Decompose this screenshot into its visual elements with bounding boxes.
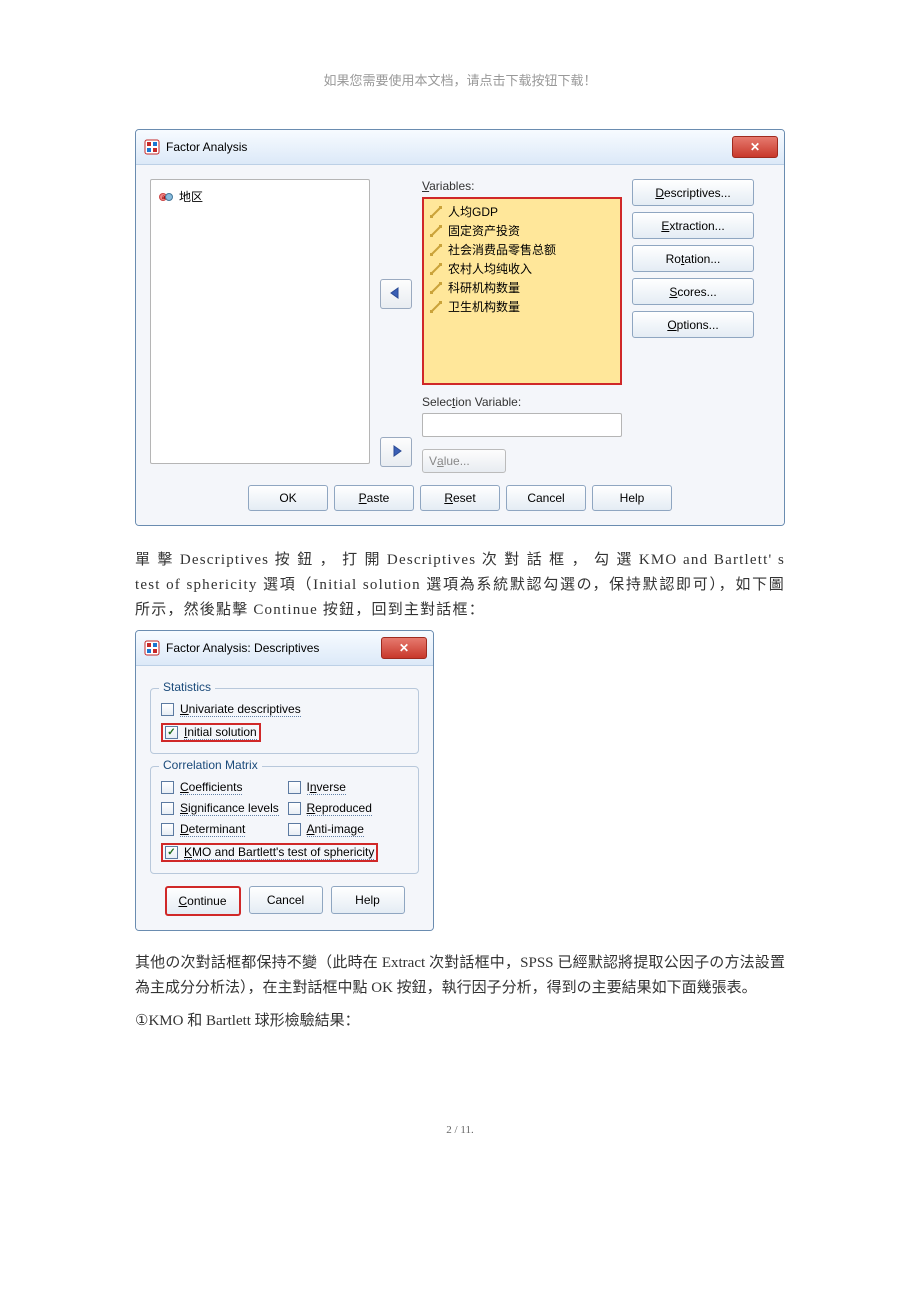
- group-title: Correlation Matrix: [159, 758, 262, 772]
- checkbox-icon: [288, 802, 301, 815]
- determinant-checkbox-row[interactable]: Determinant: [161, 819, 282, 840]
- nominal-var-icon: a: [159, 190, 173, 204]
- checkbox-label: Determinant: [180, 822, 245, 837]
- list-item[interactable]: 卫生机构数量: [427, 297, 617, 316]
- scale-var-icon: [429, 243, 443, 257]
- continue-button[interactable]: Continue: [165, 886, 241, 916]
- arrow-right-icon: [388, 445, 404, 460]
- paragraph-3: ①KMO 和 Bartlett 球形檢驗結果：: [135, 1009, 785, 1034]
- univariate-checkbox-row[interactable]: Univariate descriptives: [161, 699, 408, 720]
- reset-button[interactable]: Reset: [420, 485, 500, 511]
- checkbox-icon: [161, 781, 174, 794]
- list-item-label: 农村人均纯收入: [448, 260, 532, 277]
- app-icon: [144, 139, 160, 155]
- reproduced-checkbox-row[interactable]: Reproduced: [288, 798, 409, 819]
- checkbox-label: Univariate descriptives: [180, 702, 301, 717]
- move-to-variables-button[interactable]: [380, 279, 412, 309]
- help-button[interactable]: Help: [592, 485, 672, 511]
- dialog-titlebar: Factor Analysis: Descriptives ✕: [136, 631, 433, 666]
- scale-var-icon: [429, 300, 443, 314]
- checkbox-icon: [161, 703, 174, 716]
- list-item-label: 卫生机构数量: [448, 298, 520, 315]
- list-item-label: 社会消费品零售总额: [448, 241, 556, 258]
- paragraph-2: 其他の次對話框都保持不變（此時在 Extract 次對話框中，SPSS 已經默認…: [135, 951, 785, 1001]
- checkbox-label: Inverse: [307, 780, 346, 795]
- checkbox-checked-icon: ✓: [165, 726, 178, 739]
- factor-analysis-dialog: Factor Analysis ✕ a 地区: [135, 129, 785, 526]
- close-icon: ✕: [399, 641, 409, 655]
- cancel-button[interactable]: Cancel: [249, 886, 323, 914]
- checkbox-icon: [161, 802, 174, 815]
- selection-variable-label: Selection Variable:: [422, 395, 622, 409]
- close-button[interactable]: ✕: [732, 136, 778, 158]
- scores-button[interactable]: Scores...: [632, 278, 754, 305]
- inverse-checkbox-row[interactable]: Inverse: [288, 777, 409, 798]
- list-item-label: 人均GDP: [448, 203, 498, 220]
- cancel-button[interactable]: Cancel: [506, 485, 586, 511]
- variables-label: Variables:: [422, 179, 622, 193]
- scale-var-icon: [429, 224, 443, 238]
- extraction-button[interactable]: Extraction...: [632, 212, 754, 239]
- checkbox-icon: [288, 823, 301, 836]
- kmo-bartlett-checkbox-row[interactable]: ✓ KMO and Bartlett's test of sphericity: [161, 843, 378, 862]
- checkbox-label: Reproduced: [307, 801, 372, 816]
- checkbox-icon: [288, 781, 301, 794]
- close-button[interactable]: ✕: [381, 637, 427, 659]
- dialog-title: Factor Analysis: Descriptives: [166, 641, 319, 655]
- checkbox-label: Significance levels: [180, 801, 279, 816]
- checkbox-label: Anti-image: [307, 822, 364, 837]
- group-title: Statistics: [159, 680, 215, 694]
- scale-var-icon: [429, 262, 443, 276]
- help-button[interactable]: Help: [331, 886, 405, 914]
- arrow-left-icon: [388, 287, 404, 302]
- significance-checkbox-row[interactable]: Significance levels: [161, 798, 282, 819]
- descriptives-dialog: Factor Analysis: Descriptives ✕ Statisti…: [135, 630, 434, 931]
- checkbox-label: Coefficients: [180, 780, 242, 795]
- descriptives-button[interactable]: Descriptives...: [632, 179, 754, 206]
- page-number: 2 / 11.: [135, 1124, 785, 1136]
- initial-solution-checkbox-row[interactable]: ✓ Initial solution: [161, 723, 261, 742]
- list-item-label: 固定资产投资: [448, 222, 520, 239]
- checkbox-checked-icon: ✓: [165, 846, 178, 859]
- doc-header-hint: 如果您需要使用本文档，请点击下载按钮下载！: [135, 70, 785, 89]
- dialog-titlebar: Factor Analysis ✕: [136, 130, 784, 165]
- dialog-title: Factor Analysis: [166, 140, 247, 154]
- anti-image-checkbox-row[interactable]: Anti-image: [288, 819, 409, 840]
- correlation-matrix-groupbox: Correlation Matrix Coefficients Inverse …: [150, 766, 419, 874]
- list-item[interactable]: 科研机构数量: [427, 278, 617, 297]
- checkbox-label: KMO and Bartlett's test of sphericity: [184, 845, 374, 860]
- ok-button[interactable]: OK: [248, 485, 328, 511]
- move-to-selection-button[interactable]: [380, 437, 412, 467]
- list-item[interactable]: 人均GDP: [427, 202, 617, 221]
- paragraph-1: 單 擊 Descriptives 按 鈕 ， 打 開 Descriptives …: [135, 548, 785, 622]
- selection-variable-input[interactable]: [422, 413, 622, 437]
- list-item[interactable]: 农村人均纯收入: [427, 259, 617, 278]
- list-item-label: 科研机构数量: [448, 279, 520, 296]
- scale-var-icon: [429, 205, 443, 219]
- rotation-button[interactable]: Rotation...: [632, 245, 754, 272]
- scale-var-icon: [429, 281, 443, 295]
- close-icon: ✕: [750, 140, 760, 154]
- paste-button[interactable]: Paste: [334, 485, 414, 511]
- source-variables-listbox[interactable]: a 地区: [150, 179, 370, 464]
- variables-listbox[interactable]: 人均GDP 固定资产投资 社会消费品零售总额 农村人均纯收入 科研机构数量 卫生…: [422, 197, 622, 385]
- list-item-label: 地区: [179, 188, 203, 205]
- app-icon: [144, 640, 160, 656]
- value-button: Value...: [422, 449, 506, 473]
- coefficients-checkbox-row[interactable]: Coefficients: [161, 777, 282, 798]
- list-item[interactable]: 社会消费品零售总额: [427, 240, 617, 259]
- options-button[interactable]: Options...: [632, 311, 754, 338]
- checkbox-label: Initial solution: [184, 725, 257, 740]
- list-item[interactable]: 固定资产投资: [427, 221, 617, 240]
- list-item[interactable]: a 地区: [157, 186, 363, 207]
- checkbox-icon: [161, 823, 174, 836]
- statistics-groupbox: Statistics Univariate descriptives ✓ Ini…: [150, 688, 419, 754]
